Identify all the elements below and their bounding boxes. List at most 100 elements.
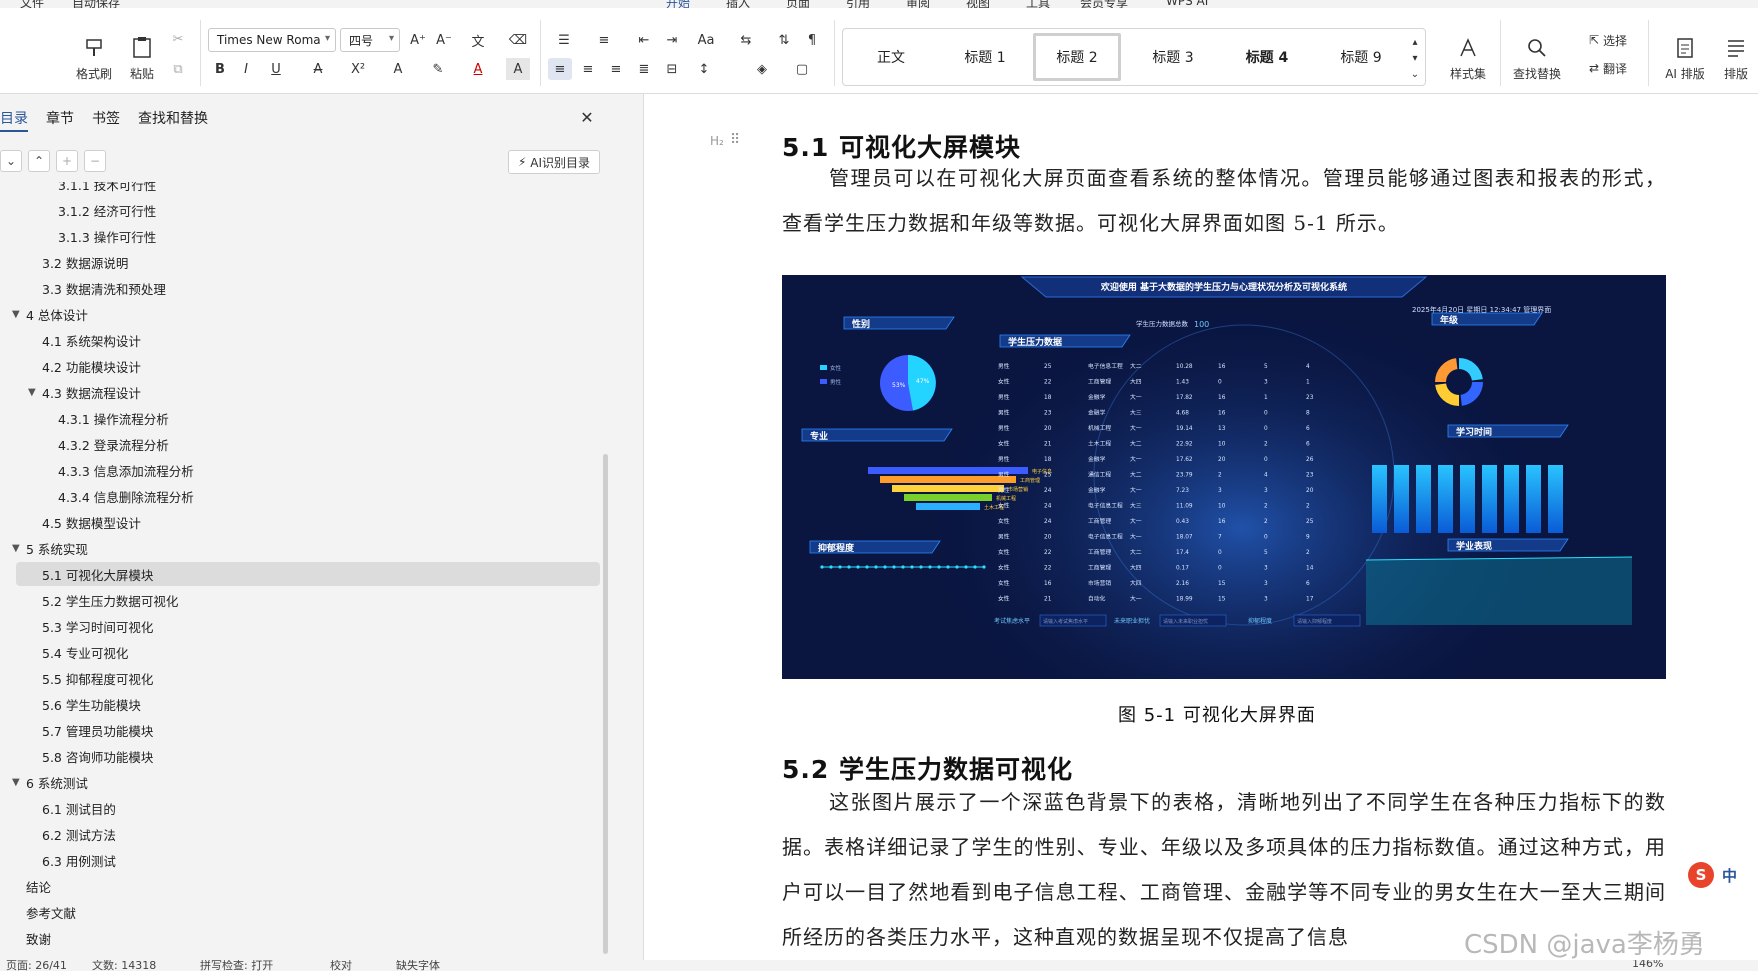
toc-item[interactable]: 4.3.1 操作流程分析: [0, 406, 600, 430]
strikethrough-icon[interactable]: A: [306, 58, 330, 80]
zoom-level[interactable]: 146%: [1632, 960, 1663, 970]
border-icon[interactable]: ▢: [790, 58, 814, 80]
toc-item[interactable]: 结论: [0, 874, 600, 898]
underline-icon[interactable]: U: [264, 58, 288, 80]
align-right-icon[interactable]: ≡: [604, 58, 628, 80]
spell-check[interactable]: 拼写检查: 打开: [200, 960, 273, 971]
tab-find-replace[interactable]: 查找和替换: [138, 108, 208, 128]
toc-item[interactable]: 5.2 学生压力数据可视化: [0, 588, 600, 612]
ime-indicator[interactable]: S 中: [1688, 858, 1758, 892]
toc-item[interactable]: ▼ 6 系统测试: [0, 770, 600, 794]
align-left-icon[interactable]: ≡: [548, 58, 572, 80]
toc-item[interactable]: ▼ 4.3 数据流程设计: [0, 380, 600, 404]
toc-scrollbar[interactable]: [603, 454, 608, 954]
toc-item[interactable]: 5.7 管理员功能模块: [0, 718, 600, 742]
toc-item[interactable]: 5.4 专业可视化: [0, 640, 600, 664]
collapse-down-icon[interactable]: ⌄: [0, 150, 22, 172]
menu-references[interactable]: 引用: [846, 0, 870, 8]
font-color-icon[interactable]: A: [466, 58, 490, 80]
style-set-button[interactable]: 样式集: [1438, 22, 1498, 82]
decrease-indent-icon[interactable]: ⇤: [632, 29, 656, 51]
expand-arrow-icon[interactable]: ▼: [12, 309, 20, 320]
increase-indent-icon[interactable]: ⇥: [660, 29, 684, 51]
cut-icon[interactable]: ✂: [166, 28, 190, 50]
toc-item[interactable]: 4.1 系统架构设计: [0, 328, 600, 352]
toc-item[interactable]: 3.1.3 操作可行性: [0, 224, 600, 248]
missing-font[interactable]: 缺失字体: [396, 960, 440, 971]
expand-arrow-icon[interactable]: ▼: [12, 543, 20, 554]
add-icon[interactable]: +: [56, 150, 78, 172]
toc-item[interactable]: 5.8 咨询师功能模块: [0, 744, 600, 768]
remove-icon[interactable]: −: [84, 150, 106, 172]
proofread[interactable]: 校对: [330, 960, 352, 971]
format-painter-button[interactable]: 格式刷: [70, 22, 118, 82]
page-indicator[interactable]: 页面: 26/41: [6, 960, 67, 971]
justify-icon[interactable]: ≣: [632, 58, 656, 80]
menu-page[interactable]: 页面: [786, 0, 810, 8]
word-count[interactable]: 文数: 14318: [92, 960, 156, 971]
toc-item[interactable]: 6.2 测试方法: [0, 822, 600, 846]
toc-item[interactable]: 4.2 功能模块设计: [0, 354, 600, 378]
expand-arrow-icon[interactable]: ▼: [28, 387, 36, 398]
expand-arrow-icon[interactable]: ▼: [12, 777, 20, 788]
toc-item[interactable]: 4.3.3 信息添加流程分析: [0, 458, 600, 482]
line-spacing-icon[interactable]: ↕: [692, 58, 716, 80]
menu-member[interactable]: 会员专享: [1080, 0, 1128, 8]
move-up-icon[interactable]: ⌃: [28, 150, 50, 172]
menu-home[interactable]: 开始: [666, 0, 690, 8]
close-icon[interactable]: ✕: [575, 106, 599, 128]
toc-item[interactable]: 5.3 学习时间可视化: [0, 614, 600, 638]
menu-review[interactable]: 审阅: [906, 0, 930, 8]
style-heading-9[interactable]: 标题 9: [1317, 33, 1405, 81]
style-heading-2[interactable]: 标题 2: [1033, 33, 1121, 81]
menu-autosave[interactable]: 自动保存: [72, 0, 120, 8]
bold-icon[interactable]: B: [208, 58, 232, 80]
toc-item[interactable]: ▼ 5 系统实现: [0, 536, 600, 560]
drag-handle-icon[interactable]: ⠿: [730, 132, 740, 148]
bullet-list-icon[interactable]: ☰: [552, 29, 576, 51]
styles-more-icon[interactable]: ⌄: [1403, 63, 1427, 85]
italic-icon[interactable]: I: [234, 58, 258, 80]
find-replace-button[interactable]: 查找替换: [1506, 22, 1568, 82]
toc-item[interactable]: 6.3 用例测试: [0, 848, 600, 872]
toc-item[interactable]: 3.1.2 经济可行性: [0, 198, 600, 222]
shading-icon[interactable]: ◈: [750, 58, 774, 80]
tab-chapters[interactable]: 章节: [46, 108, 74, 128]
font-size-select[interactable]: 四号 ▾: [340, 28, 400, 52]
align-center-icon[interactable]: ≡: [576, 58, 600, 80]
style-heading-4[interactable]: 标题 4: [1223, 33, 1311, 81]
sort-icon[interactable]: ⇅: [772, 29, 796, 51]
clear-format-icon[interactable]: ⌫: [506, 29, 530, 51]
tab-bookmarks[interactable]: 书签: [92, 108, 120, 128]
toc-item[interactable]: 4.5 数据模型设计: [0, 510, 600, 534]
style-heading-3[interactable]: 标题 3: [1129, 33, 1217, 81]
menu-tools[interactable]: 工具: [1026, 0, 1050, 8]
select-button[interactable]: ⇱ 选择: [1578, 30, 1638, 50]
numbered-list-icon[interactable]: ≡: [592, 29, 616, 51]
toc-item[interactable]: 5.6 学生功能模块: [0, 692, 600, 716]
font-name-select[interactable]: Times New Roma ▾: [208, 28, 336, 52]
toc-item[interactable]: 3.3 数据清洗和预处理: [0, 276, 600, 300]
char-shading-icon[interactable]: A: [506, 58, 530, 80]
phonetic-icon[interactable]: 文: [466, 29, 490, 51]
paste-button[interactable]: 粘贴: [118, 22, 166, 82]
style-normal[interactable]: 正文: [847, 33, 935, 81]
ai-toc-button[interactable]: ⚡ AI识别目录: [508, 150, 600, 174]
toc-item[interactable]: 参考文献: [0, 900, 600, 924]
shrink-font-icon[interactable]: A⁻: [432, 29, 456, 51]
toc-item[interactable]: 致谢: [0, 926, 600, 950]
toc-item[interactable]: 6.1 测试目的: [0, 796, 600, 820]
translate-button[interactable]: ⇄ 翻译: [1578, 58, 1638, 78]
text-effect-icon[interactable]: A: [386, 58, 410, 80]
ai-layout-button[interactable]: AI 排版: [1656, 22, 1714, 82]
toc-item[interactable]: 3.2 数据源说明: [0, 250, 600, 274]
copy-icon[interactable]: ⧉: [166, 58, 190, 80]
text-direction-icon[interactable]: ⇆: [734, 29, 758, 51]
menu-insert[interactable]: 插入: [726, 0, 750, 8]
menu-view[interactable]: 视图: [966, 0, 990, 8]
grow-font-icon[interactable]: A⁺: [406, 29, 430, 51]
menu-wps-ai[interactable]: WPS AI: [1166, 0, 1208, 8]
style-heading-1[interactable]: 标题 1: [941, 33, 1029, 81]
highlight-icon[interactable]: ✎: [426, 58, 450, 80]
toc-item[interactable]: 5.1 可视化大屏模块: [16, 562, 600, 586]
